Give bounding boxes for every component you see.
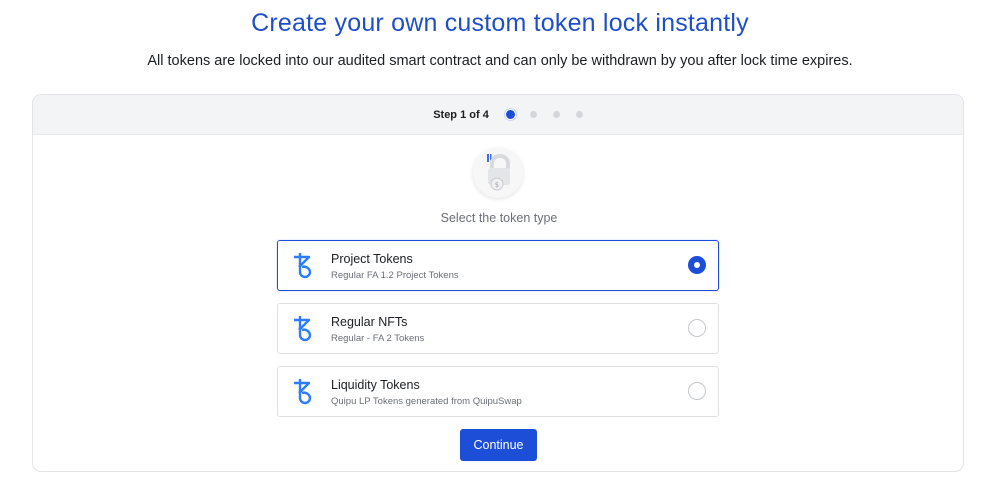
option-title: Project Tokens [331, 252, 413, 266]
step-dot-1 [504, 109, 516, 120]
option-description: Regular FA 1.2 Project Tokens [331, 270, 459, 281]
lock-wizard-card: Step 1 of 4 $ Select the token type Proj… [32, 94, 964, 472]
continue-button[interactable]: Continue [460, 429, 537, 461]
option-radio[interactable] [688, 382, 706, 400]
option-description: Regular - FA 2 Tokens [331, 333, 425, 344]
option-title: Liquidity Tokens [331, 378, 420, 392]
option-title: Regular NFTs [331, 315, 408, 329]
step-dot-2 [529, 111, 537, 118]
tezos-icon [294, 379, 312, 405]
svg-text:$: $ [495, 181, 499, 189]
option-radio[interactable] [688, 319, 706, 337]
lock-icon: $ [473, 148, 523, 198]
tezos-icon [294, 316, 312, 342]
select-token-type-label: Select the token type [440, 211, 558, 225]
tezos-icon [294, 253, 312, 279]
token-type-option-regular-nfts[interactable]: Regular NFTs Regular - FA 2 Tokens [277, 303, 719, 354]
option-radio[interactable] [688, 256, 706, 274]
token-type-option-project-tokens[interactable]: Project Tokens Regular FA 1.2 Project To… [277, 240, 719, 291]
page-title: Create your own custom token lock instan… [251, 9, 749, 37]
step-dot-3 [552, 111, 560, 118]
step-label: Step 1 of 4 [433, 108, 489, 121]
option-description: Quipu LP Tokens generated from QuipuSwap [331, 396, 522, 407]
step-indicator [504, 109, 599, 120]
token-type-option-liquidity-tokens[interactable]: Liquidity Tokens Quipu LP Tokens generat… [277, 366, 719, 417]
page-subtitle: All tokens are locked into our audited s… [147, 53, 853, 69]
stepper-header: Step 1 of 4 [33, 95, 963, 135]
step-dot-4 [575, 111, 583, 118]
